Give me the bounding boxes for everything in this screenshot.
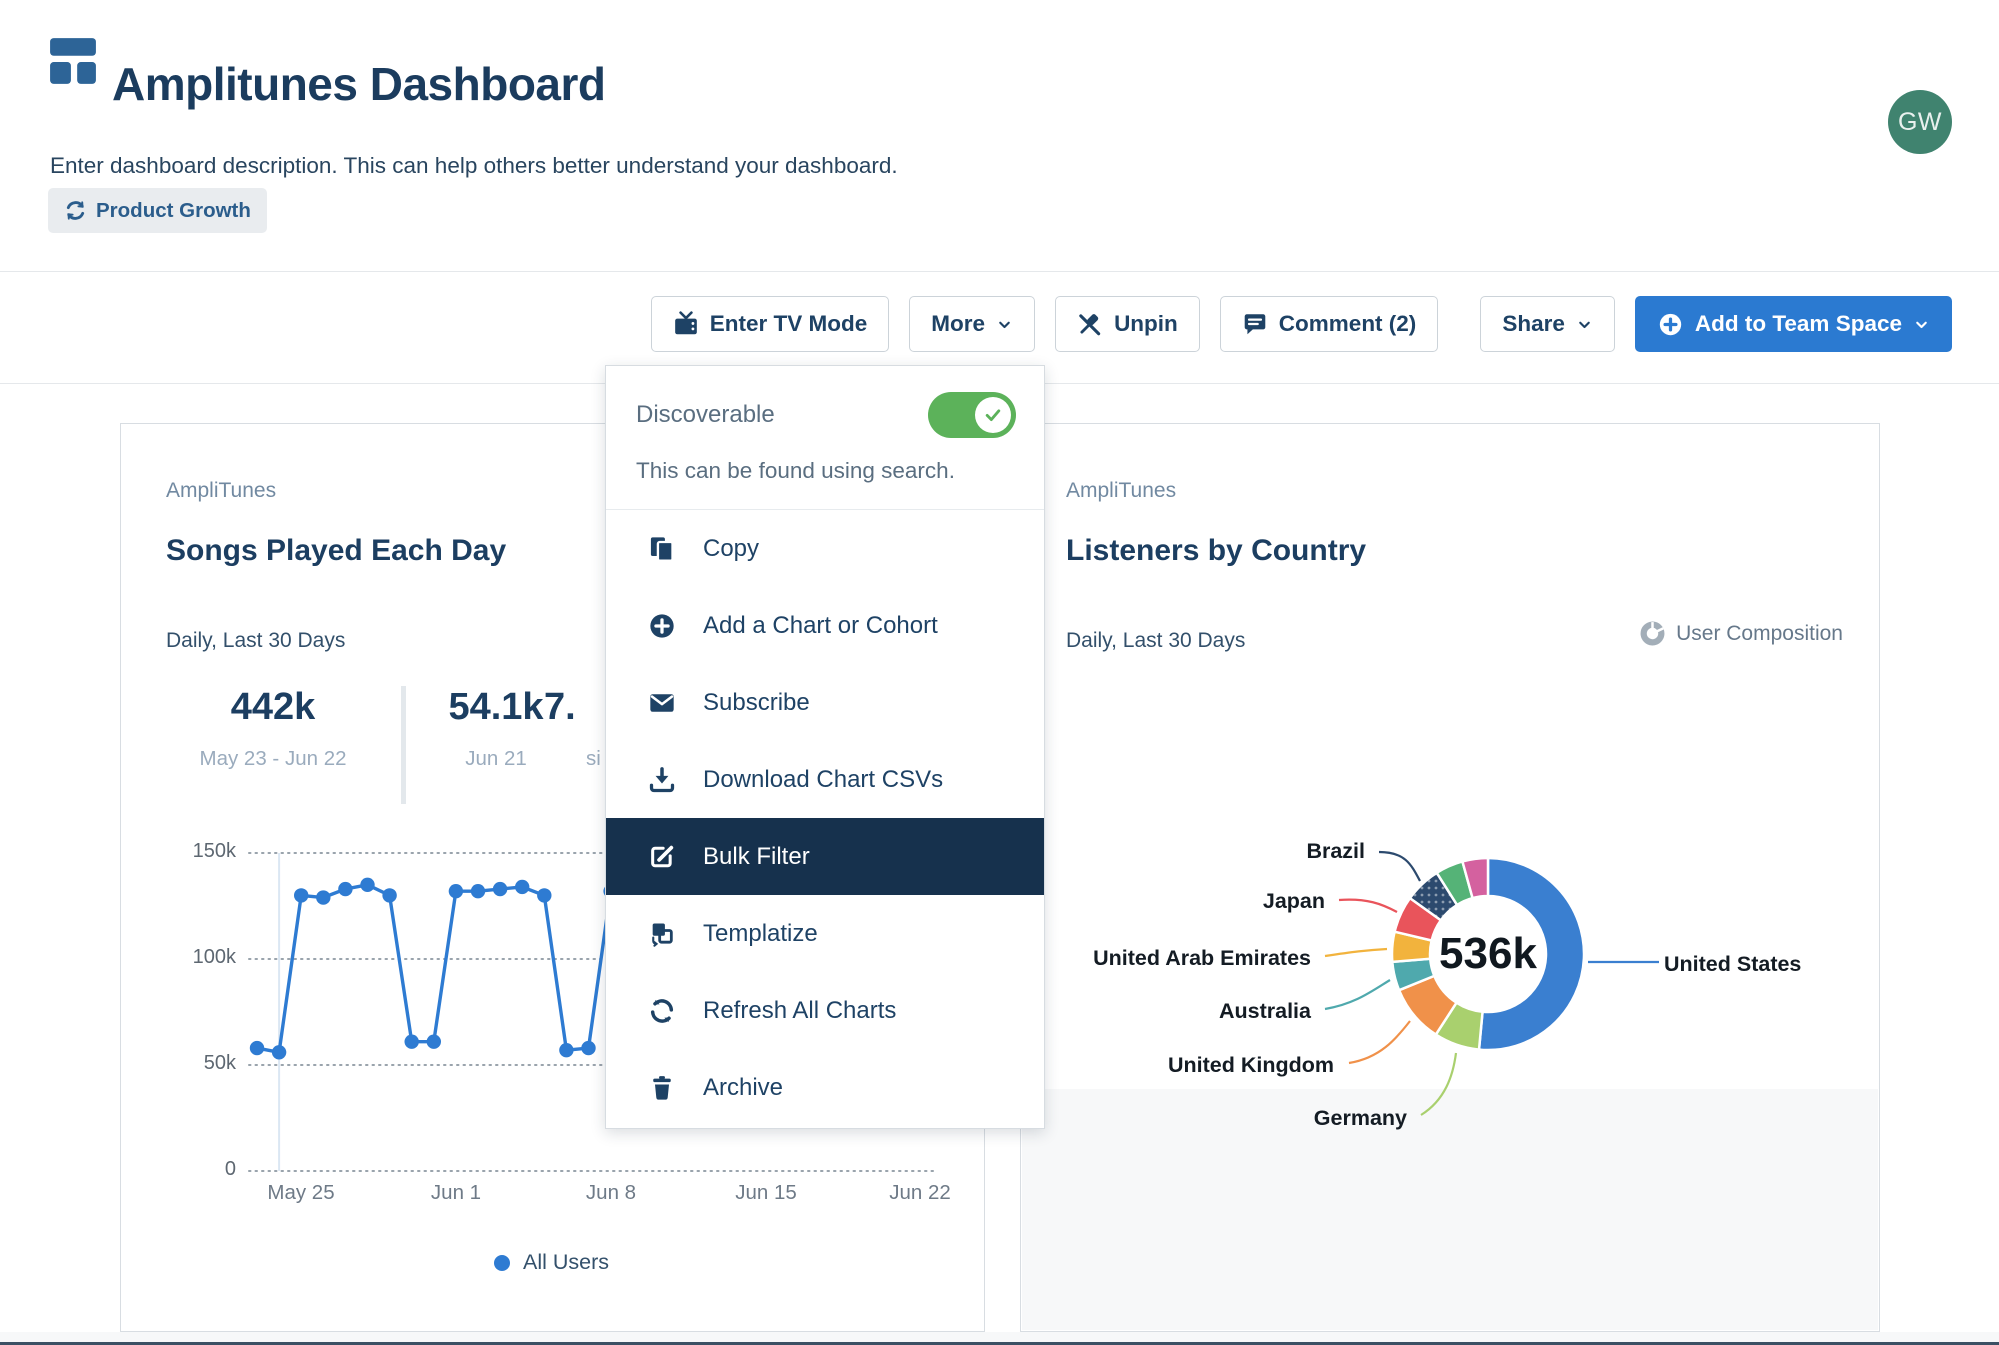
more-button[interactable]: More	[909, 296, 1035, 352]
menu-item-download-chart-csvs[interactable]: Download Chart CSVs	[606, 741, 1044, 818]
menu-item-archive[interactable]: Archive	[606, 1049, 1044, 1126]
y-axis-tick: 0	[121, 1158, 236, 1181]
share-button[interactable]: Share	[1480, 296, 1615, 352]
button-label: Share	[1502, 311, 1565, 337]
amplitunes-logo-icon	[48, 36, 98, 86]
trash-icon	[648, 1074, 676, 1102]
header-divider	[0, 271, 1999, 272]
page-title: Amplitunes Dashboard	[112, 57, 606, 111]
button-label: Comment (2)	[1279, 311, 1417, 337]
unpin-button[interactable]: Unpin	[1055, 296, 1200, 352]
discoverable-row: Discoverable	[606, 366, 1044, 438]
tag-product-growth[interactable]: Product Growth	[48, 188, 267, 233]
discoverable-description: This can be found using search.	[606, 438, 1044, 509]
menu-item-label: Subscribe	[703, 689, 810, 717]
donut-chart[interactable]	[1021, 424, 1881, 1333]
copy-icon	[648, 535, 676, 563]
avatar[interactable]: GW	[1888, 90, 1952, 154]
check-icon	[983, 405, 1003, 425]
x-axis-tick: Jun 22	[889, 1181, 951, 1205]
tv-icon	[673, 311, 699, 337]
x-axis-tick: Jun 8	[586, 1181, 636, 1205]
menu-item-label: Copy	[703, 535, 759, 563]
add-to-team-space-button[interactable]: Add to Team Space	[1635, 296, 1952, 352]
menu-item-label: Refresh All Charts	[703, 997, 896, 1025]
donut-total-value: 536k	[1439, 929, 1537, 979]
menu-item-label: Archive	[703, 1074, 783, 1102]
comment-button[interactable]: Comment (2)	[1220, 296, 1439, 352]
more-dropdown-menu: Discoverable This can be found using sea…	[605, 365, 1045, 1129]
envelope-icon	[648, 689, 676, 717]
enter-tv-mode-button[interactable]: Enter TV Mode	[651, 296, 890, 352]
plus-circle-icon	[1657, 311, 1684, 338]
cycle-icon	[64, 199, 87, 222]
dashboard-toolbar: Enter TV Mode More Unpin Comment (2) Sha…	[651, 296, 1952, 352]
discoverable-label: Discoverable	[636, 401, 775, 429]
window-bottom-edge	[0, 1332, 1999, 1345]
button-label: Add to Team Space	[1695, 311, 1902, 337]
chevron-down-icon	[1576, 316, 1593, 333]
menu-item-label: Bulk Filter	[703, 843, 810, 871]
slice-label-us[interactable]: United States	[1664, 952, 1801, 977]
menu-item-label: Download Chart CSVs	[703, 766, 943, 794]
discoverable-toggle[interactable]	[928, 392, 1016, 438]
download-icon	[648, 766, 676, 794]
edit-icon	[648, 843, 676, 871]
slice-label-japan[interactable]: Japan	[1263, 889, 1325, 914]
leader-line-germany	[1421, 1053, 1456, 1115]
menu-items: Copy Add a Chart or Cohort Subscribe	[606, 509, 1044, 1128]
menu-item-refresh-all-charts[interactable]: Refresh All Charts	[606, 972, 1044, 1049]
leader-line-australia	[1325, 980, 1390, 1009]
button-label: Unpin	[1114, 311, 1178, 337]
menu-item-templatize[interactable]: Templatize	[606, 895, 1044, 972]
menu-item-bulk-filter[interactable]: Bulk Filter	[606, 818, 1044, 895]
dashboard-page: Amplitunes Dashboard Enter dashboard des…	[0, 0, 1999, 1345]
menu-item-label: Add a Chart or Cohort	[703, 612, 938, 640]
tag-label: Product Growth	[96, 199, 251, 223]
toggle-knob	[975, 397, 1011, 433]
add-circle-icon	[648, 612, 676, 640]
slice-label-brazil[interactable]: Brazil	[1306, 839, 1365, 864]
x-axis-tick: Jun 15	[735, 1181, 797, 1205]
y-axis-tick: 150k	[121, 840, 236, 863]
slice-label-australia[interactable]: Australia	[1219, 999, 1311, 1024]
legend-all-users[interactable]: All Users	[494, 1250, 609, 1275]
leader-line-japan	[1339, 900, 1397, 912]
menu-item-add-chart-or-cohort[interactable]: Add a Chart or Cohort	[606, 587, 1044, 664]
legend-label: All Users	[523, 1250, 609, 1275]
slice-label-germany[interactable]: Germany	[1314, 1106, 1407, 1131]
menu-item-copy[interactable]: Copy	[606, 510, 1044, 587]
menu-item-label: Templatize	[703, 920, 818, 948]
slice-label-uk[interactable]: United Kingdom	[1168, 1053, 1334, 1078]
listeners-card: AmpliTunes Listeners by Country Daily, L…	[1020, 423, 1880, 1332]
x-axis-tick: Jun 1	[431, 1181, 481, 1205]
menu-item-subscribe[interactable]: Subscribe	[606, 664, 1044, 741]
slice-label-uae[interactable]: United Arab Emirates	[1093, 946, 1311, 971]
x-axis-tick: May 25	[267, 1181, 334, 1205]
leader-line-uae	[1325, 949, 1387, 956]
templatize-icon	[648, 920, 676, 948]
leader-line-brazil	[1379, 852, 1420, 881]
chevron-down-icon	[996, 316, 1013, 333]
y-axis-tick: 50k	[121, 1052, 236, 1075]
dashboard-description[interactable]: Enter dashboard description. This can he…	[50, 153, 898, 179]
y-axis-tick: 100k	[121, 946, 236, 969]
refresh-icon	[648, 997, 676, 1025]
chevron-down-icon	[1913, 316, 1930, 333]
legend-dot-icon	[494, 1255, 510, 1271]
leader-line-uk	[1349, 1021, 1410, 1063]
comment-icon	[1242, 311, 1268, 337]
button-label: More	[931, 311, 985, 337]
button-label: Enter TV Mode	[710, 311, 868, 337]
unpin-icon	[1077, 311, 1103, 337]
